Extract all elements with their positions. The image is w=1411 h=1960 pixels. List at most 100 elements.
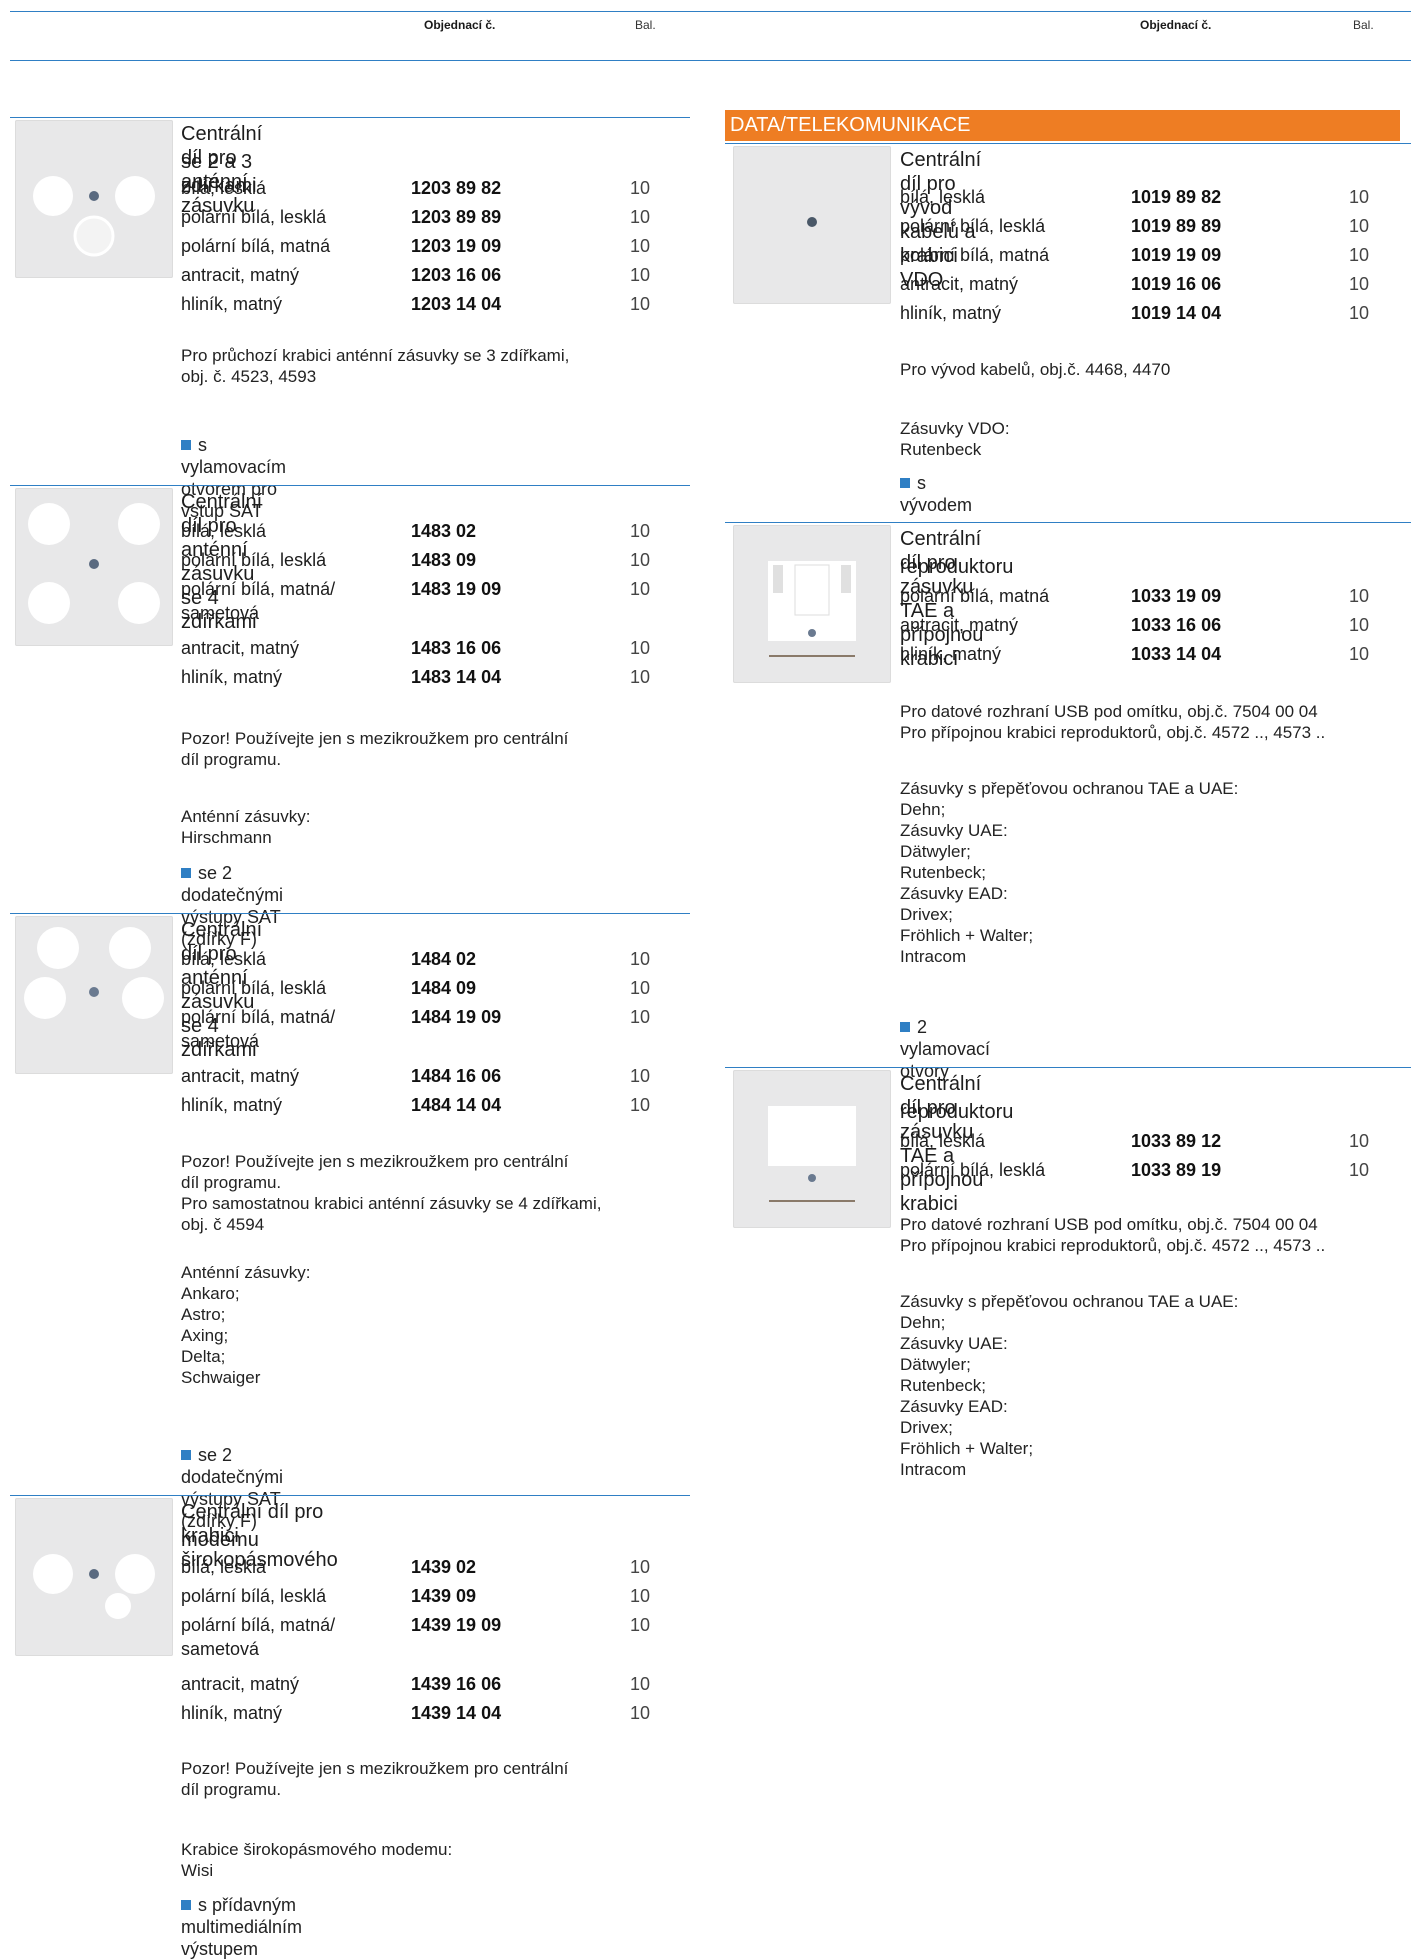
bullet-square-icon [181, 868, 191, 878]
order-number: 1483 02 [411, 521, 477, 541]
variant-row: polární bílá, matná/sametová 1439 19 09 10 [181, 1614, 701, 1659]
order-number: 1483 14 04 [411, 667, 502, 687]
variant-name: hliník, matný [181, 1095, 283, 1115]
variant-row: bílá, lesklá 1033 89 12 10 [900, 1130, 1411, 1152]
variant-row: polární bílá, lesklá 1033 89 19 10 [900, 1159, 1411, 1181]
order-number: 1203 14 04 [411, 294, 502, 314]
variant-row: antracit, matný 1439 16 06 10 [181, 1673, 701, 1695]
variant-name: bílá, lesklá [181, 178, 267, 198]
variant-name: antracit, matný [181, 1066, 300, 1086]
variant-name: sametová [181, 1639, 260, 1659]
variant-row: polární bílá, lesklá 1019 89 89 10 [900, 215, 1411, 237]
variant-row: hliník, matný 1484 14 04 10 [181, 1094, 701, 1116]
product-note: Pro datové rozhraní USB pod omítku, obj.… [900, 702, 1326, 742]
variant-name: hliník, matný [900, 303, 1002, 323]
order-number: 1484 16 06 [411, 1066, 502, 1086]
pack-quantity: 10 [630, 1557, 651, 1577]
product-note: Zásuvky s přepěťovou ochranou TAE a UAE:… [900, 1292, 1239, 1479]
product-note: Anténní zásuvky: Ankaro; Astro; Axing; D… [181, 1263, 311, 1387]
variant-name: antracit, matný [181, 1674, 300, 1694]
pack-quantity: 10 [630, 178, 651, 198]
variant-name: polární bílá, matná [181, 236, 331, 256]
variant-row: hliník, matný 1033 14 04 10 [900, 643, 1411, 665]
product-image [733, 146, 891, 304]
variant-row: polární bílá, lesklá 1484 09 10 [181, 977, 701, 999]
product-image [15, 1498, 173, 1656]
bullet-square-icon [181, 440, 191, 450]
variant-name: bílá, lesklá [181, 521, 267, 541]
product-image [733, 1070, 891, 1228]
pack-quantity: 10 [1349, 216, 1370, 236]
order-number: 1019 14 04 [1131, 303, 1222, 323]
variant-row: bílá, lesklá 1484 02 10 [181, 948, 701, 970]
order-number: 1484 19 09 [411, 1007, 502, 1027]
pack-quantity: 10 [630, 1095, 651, 1115]
variant-name: polární bílá, lesklá [181, 1586, 327, 1606]
order-number: 1033 16 06 [1131, 615, 1222, 635]
pack-quantity: 10 [630, 667, 651, 687]
order-number: 1439 02 [411, 1557, 477, 1577]
order-number: 1203 16 06 [411, 265, 502, 285]
variant-name: sametová [181, 603, 260, 623]
variant-name: antracit, matný [900, 615, 1019, 635]
pack-quantity: 10 [1349, 187, 1370, 207]
variant-row: polární bílá, lesklá 1439 09 10 [181, 1585, 701, 1607]
variant-name: polární bílá, lesklá [900, 216, 1046, 236]
pack-quantity: 10 [630, 1007, 651, 1027]
variant-row: polární bílá, lesklá 1483 09 10 [181, 549, 701, 571]
order-number: 1033 14 04 [1131, 644, 1222, 664]
order-number: 1483 09 [411, 550, 477, 570]
variant-row: bílá, lesklá 1019 89 82 10 [900, 186, 1411, 208]
pack-quantity: 10 [630, 1674, 651, 1694]
pack-quantity: 10 [630, 521, 651, 541]
product-note: Pozor! Používejte jen s mezikroužkem pro… [181, 1759, 569, 1799]
bullet-square-icon [181, 1900, 191, 1910]
feature-text: s přídavným multimediálním výstupem [181, 1895, 303, 1959]
variant-row: antracit, matný 1484 16 06 10 [181, 1065, 701, 1087]
feature-item: s vývodem [900, 472, 972, 516]
variant-row: polární bílá, matná 1203 19 09 10 [181, 235, 701, 257]
section-title: DATA/TELEKOMUNIKACE [730, 114, 971, 136]
product-title: reproduktoru [900, 1101, 1014, 1123]
product-rule [10, 913, 690, 914]
pack-quantity: 10 [1349, 245, 1370, 265]
pack-quantity: 10 [630, 949, 651, 969]
variant-name: antracit, matný [181, 265, 300, 285]
variant-name: bílá, lesklá [181, 1557, 267, 1577]
bullet-square-icon [900, 478, 910, 488]
variant-row: polární bílá, lesklá 1203 89 89 10 [181, 206, 701, 228]
product-note: Pozor! Používejte jen s mezikroužkem pro… [181, 1152, 602, 1234]
pack-quantity: 10 [630, 265, 651, 285]
product-image [15, 120, 173, 278]
product-note: Pozor! Používejte jen s mezikroužkem pro… [181, 729, 569, 769]
product-title: modemu [181, 1529, 259, 1551]
product-note: Zásuvky VDO: Rutenbeck [900, 419, 1010, 459]
variant-name: polární bílá, matná/ [181, 579, 336, 599]
variant-name: polární bílá, matná/ [181, 1615, 336, 1635]
order-number: 1439 19 09 [411, 1615, 502, 1635]
order-number: 1033 19 09 [1131, 586, 1222, 606]
variant-row: polární bílá, matná/sametová 1483 19 09 10 [181, 578, 701, 623]
variant-name: hliník, matný [181, 294, 283, 314]
order-number-header-left: Objednací č. [424, 18, 496, 32]
bullet-square-icon [181, 1450, 191, 1460]
product-rule [725, 143, 1411, 144]
variant-row: antracit, matný 1019 16 06 10 [900, 273, 1411, 295]
product-image [15, 488, 173, 646]
order-number: 1483 19 09 [411, 579, 502, 599]
variant-row: bílá, lesklá 1203 89 82 10 [181, 177, 701, 199]
product-note: Krabice širokopásmového modemu: Wisi [181, 1840, 453, 1880]
product-note: Pro průchozí krabici anténní zásuvky se … [181, 346, 570, 386]
pack-quantity: 10 [630, 1586, 651, 1606]
product-rule [725, 522, 1411, 523]
variant-name: hliník, matný [181, 1703, 283, 1723]
variant-row: bílá, lesklá 1483 02 10 [181, 520, 701, 542]
order-number: 1203 89 89 [411, 207, 502, 227]
product-title: reproduktoru [900, 556, 1014, 578]
product-note: Pro vývod kabelů, obj.č. 4468, 4470 [900, 360, 1171, 379]
order-number-header-right: Objednací č. [1140, 18, 1212, 32]
product-image [15, 916, 173, 1074]
variant-row: bílá, lesklá 1439 02 10 [181, 1556, 701, 1578]
order-number: 1033 89 12 [1131, 1131, 1222, 1151]
order-number: 1483 16 06 [411, 638, 502, 658]
